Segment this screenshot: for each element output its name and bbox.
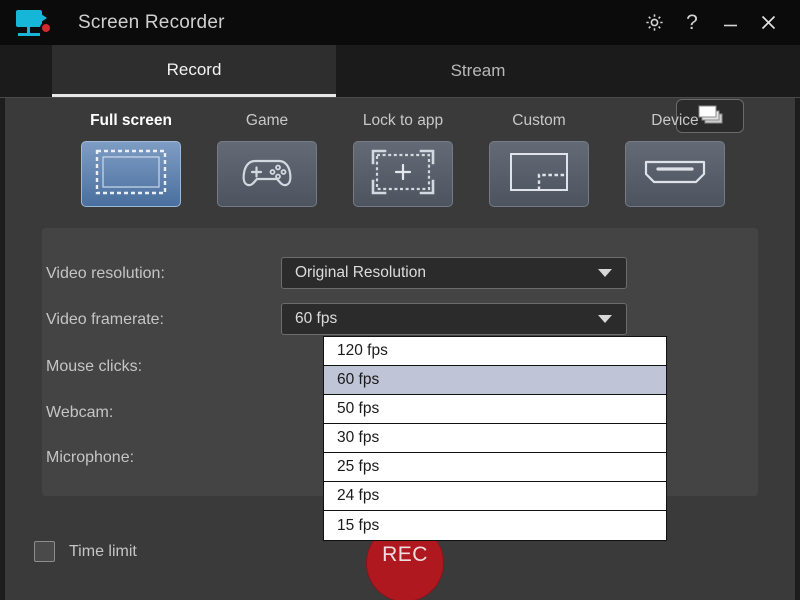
mode-game[interactable]: Game — [199, 112, 335, 207]
video-resolution-select[interactable]: Original Resolution — [281, 257, 627, 289]
tab-record[interactable]: Record — [52, 45, 336, 97]
mode-full-screen-label: Full screen — [90, 112, 172, 129]
custom-region-icon — [505, 149, 573, 200]
help-glyph: ? — [686, 11, 698, 34]
window-title: Screen Recorder — [78, 11, 225, 33]
mode-full-screen-box — [81, 141, 181, 207]
mode-device-box — [625, 141, 725, 207]
time-limit-label: Time limit — [69, 542, 137, 560]
tab-record-label: Record — [166, 59, 222, 79]
dropdown-option-50fps[interactable]: 50 fps — [324, 395, 666, 424]
minimize-icon[interactable] — [720, 12, 740, 34]
tab-stream-label: Stream — [450, 61, 506, 80]
gear-icon[interactable] — [644, 12, 664, 34]
video-resolution-value: Original Resolution — [295, 264, 426, 281]
record-button-label: REC — [382, 543, 428, 566]
label-webcam: Webcam: — [46, 404, 114, 421]
dropdown-option-15fps[interactable]: 15 fps — [324, 511, 666, 540]
label-video-resolution: Video resolution: — [46, 265, 165, 282]
mode-device[interactable]: Device — [607, 112, 743, 207]
mode-game-box — [217, 141, 317, 207]
time-limit-checkbox[interactable] — [34, 541, 55, 562]
tab-bar: Record Stream — [0, 45, 800, 133]
label-video-framerate: Video framerate: — [46, 311, 164, 328]
video-framerate-select[interactable]: 60 fps — [281, 303, 627, 335]
tab-stream[interactable]: Stream — [336, 45, 620, 97]
mode-game-label: Game — [245, 112, 289, 129]
chevron-down-icon — [598, 269, 612, 277]
chevron-down-icon — [598, 315, 612, 323]
label-microphone: Microphone: — [46, 449, 135, 466]
time-limit-toggle[interactable]: Time limit — [34, 541, 137, 562]
mode-custom[interactable]: Custom — [471, 112, 607, 207]
mode-lock-to-app-box — [353, 141, 453, 207]
mode-device-label: Device — [651, 112, 699, 129]
dropdown-option-60fps[interactable]: 60 fps — [324, 366, 666, 395]
close-icon[interactable] — [758, 12, 778, 34]
gamepad-icon — [235, 150, 299, 199]
mode-lock-to-app[interactable]: Lock to app — [335, 112, 471, 207]
dropdown-option-24fps[interactable]: 24 fps — [324, 482, 666, 511]
full-screen-icon — [94, 148, 168, 201]
mode-full-screen[interactable]: Full screen — [63, 112, 199, 207]
dropdown-option-25fps[interactable]: 25 fps — [324, 453, 666, 482]
label-mouse-clicks: Mouse clicks: — [46, 358, 143, 375]
mode-custom-label: Custom — [512, 112, 566, 129]
help-icon[interactable]: ? — [682, 12, 702, 34]
lock-to-app-icon — [369, 149, 437, 200]
screen-recorder-window: Screen Recorder ? Record Stream Full scr… — [0, 0, 800, 600]
capture-mode-selector: Full screen Game Lock to app Custom Devi… — [0, 112, 800, 220]
screen-recorder-icon — [14, 8, 60, 38]
dropdown-option-120fps[interactable]: 120 fps — [324, 337, 666, 366]
dropdown-option-30fps[interactable]: 30 fps — [324, 424, 666, 453]
title-bar-actions: ? — [644, 12, 778, 34]
framerate-dropdown-list: 120 fps 60 fps 50 fps 30 fps 25 fps 24 f… — [323, 336, 667, 541]
video-framerate-value: 60 fps — [295, 310, 338, 327]
title-bar: Screen Recorder ? — [0, 0, 800, 45]
hdmi-device-icon — [640, 153, 710, 196]
mode-custom-box — [489, 141, 589, 207]
mode-lock-to-app-label: Lock to app — [362, 112, 444, 129]
